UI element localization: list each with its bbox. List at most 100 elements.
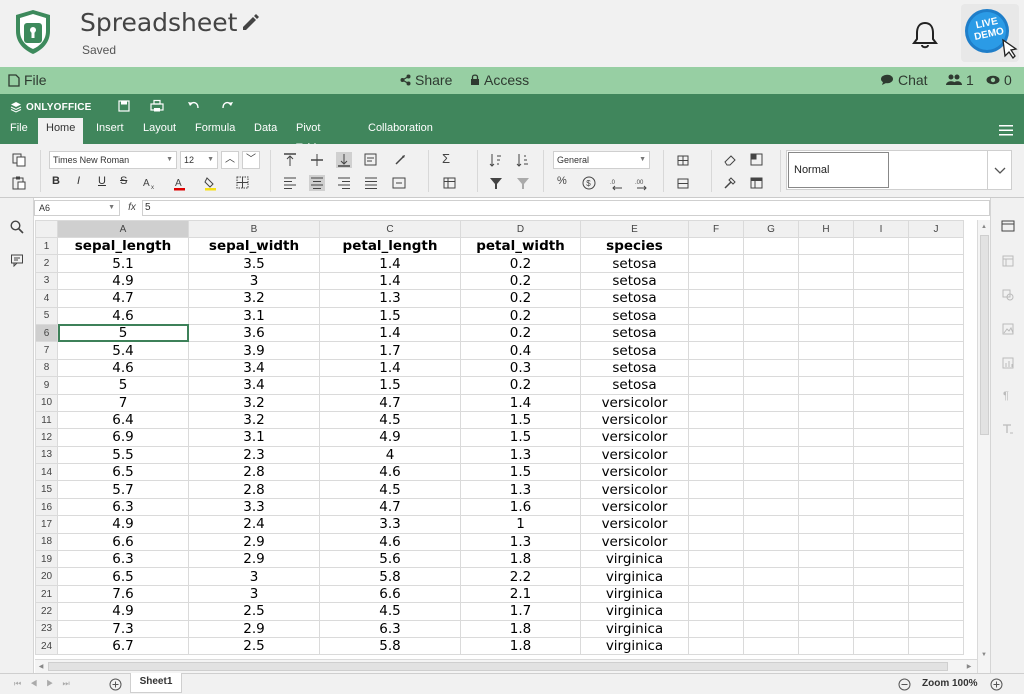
tab-file[interactable]: File	[2, 118, 36, 144]
cell-b13[interactable]: 2.3	[188, 445, 320, 465]
cell-a13[interactable]: 5.5	[57, 445, 189, 465]
shield-lock-icon[interactable]	[14, 9, 52, 55]
percent-button[interactable]: %	[557, 175, 567, 187]
orientation-icon[interactable]	[393, 152, 409, 168]
cell-h4[interactable]	[798, 289, 854, 308]
column-header-b[interactable]: B	[188, 220, 320, 238]
cell-a5[interactable]: 4.6	[57, 306, 189, 325]
cell-e4[interactable]: setosa	[580, 289, 689, 308]
cell-g10[interactable]	[743, 393, 799, 412]
cell-g15[interactable]	[743, 480, 799, 499]
cell-name-box[interactable]: A6 ▼	[34, 200, 120, 216]
cell-g13[interactable]	[743, 445, 799, 465]
cell-i20[interactable]	[853, 567, 909, 586]
row-header[interactable]: 19	[35, 550, 58, 569]
cell-c1[interactable]: petal_length	[319, 236, 461, 256]
cell-c6[interactable]: 1.4	[319, 323, 461, 343]
row-header[interactable]: 10	[35, 393, 58, 412]
increase-font-button[interactable]: ︿	[221, 151, 239, 169]
cell-i9[interactable]	[853, 376, 909, 395]
cell-f6[interactable]	[688, 323, 744, 343]
cell-a1[interactable]: sepal_length	[57, 236, 189, 256]
cell-j13[interactable]	[908, 445, 964, 465]
cell-a22[interactable]: 4.9	[57, 602, 189, 621]
cell-i6[interactable]	[853, 323, 909, 343]
zoom-in-icon[interactable]	[990, 678, 1003, 691]
first-sheet-icon[interactable]: ⏮	[14, 679, 30, 688]
cell-d7[interactable]: 0.4	[460, 341, 581, 360]
row-header[interactable]: 3	[35, 271, 58, 291]
decrease-font-button[interactable]: ﹀	[242, 151, 260, 169]
cell-f18[interactable]	[688, 532, 744, 552]
font-color-icon[interactable]: A	[172, 175, 188, 191]
bell-icon[interactable]	[911, 20, 939, 50]
bold-button[interactable]: B	[52, 175, 60, 187]
tab-data[interactable]: Data	[246, 118, 285, 144]
cell-j12[interactable]	[908, 428, 964, 447]
cell-d12[interactable]: 1.5	[460, 428, 581, 447]
column-header-h[interactable]: H	[798, 220, 854, 238]
cell-h6[interactable]	[798, 323, 854, 343]
cell-b3[interactable]: 3	[188, 271, 320, 291]
paragraph-settings-icon[interactable]: ¶	[1003, 390, 1009, 402]
comment-icon[interactable]	[10, 253, 24, 267]
cell-c4[interactable]: 1.3	[319, 289, 461, 308]
cell-e7[interactable]: setosa	[580, 341, 689, 360]
cell-b15[interactable]: 2.8	[188, 480, 320, 499]
cell-i8[interactable]	[853, 358, 909, 378]
column-header-g[interactable]: G	[743, 220, 799, 238]
cell-e12[interactable]: versicolor	[580, 428, 689, 447]
cell-g20[interactable]	[743, 567, 799, 586]
cell-f8[interactable]	[688, 358, 744, 378]
cell-a3[interactable]: 4.9	[57, 271, 189, 291]
align-middle-icon[interactable]	[309, 152, 325, 168]
decrease-decimal-icon[interactable]: .0	[609, 175, 625, 191]
cell-h23[interactable]	[798, 619, 854, 638]
cell-j19[interactable]	[908, 550, 964, 569]
cell-c24[interactable]: 5.8	[319, 636, 461, 656]
formula-input[interactable]: 5	[142, 200, 990, 216]
cell-j4[interactable]	[908, 289, 964, 308]
document-title[interactable]: Spreadsheet	[80, 8, 237, 37]
cell-e22[interactable]: virginica	[580, 602, 689, 621]
cell-i17[interactable]	[853, 515, 909, 534]
cell-a10[interactable]: 7	[57, 393, 189, 412]
cell-i22[interactable]	[853, 602, 909, 621]
cell-b18[interactable]: 2.9	[188, 532, 320, 552]
cell-c5[interactable]: 1.5	[319, 306, 461, 325]
row-header[interactable]: 12	[35, 428, 58, 447]
align-left-icon[interactable]	[282, 175, 298, 191]
cell-c10[interactable]: 4.7	[319, 393, 461, 412]
clear-filter-icon[interactable]	[515, 175, 531, 191]
column-header-c[interactable]: C	[319, 220, 461, 238]
cell-g7[interactable]	[743, 341, 799, 360]
cell-i24[interactable]	[853, 636, 909, 656]
row-header[interactable]: 6	[35, 323, 58, 343]
cell-e2[interactable]: setosa	[580, 254, 689, 273]
cell-f14[interactable]	[688, 463, 744, 482]
cell-f3[interactable]	[688, 271, 744, 291]
cell-e13[interactable]: versicolor	[580, 445, 689, 465]
cell-d1[interactable]: petal_width	[460, 236, 581, 256]
cell-c21[interactable]: 6.6	[319, 584, 461, 604]
zoom-out-icon[interactable]	[898, 678, 911, 691]
users-indicator[interactable]: 1	[946, 72, 974, 88]
font-size-select[interactable]: 12 ▼	[180, 151, 218, 169]
align-top-icon[interactable]	[282, 152, 298, 168]
cell-c11[interactable]: 4.5	[319, 410, 461, 430]
cell-d4[interactable]: 0.2	[460, 289, 581, 308]
cell-j20[interactable]	[908, 567, 964, 586]
underline-button[interactable]: U	[98, 175, 106, 187]
merge-cells-icon[interactable]	[391, 175, 407, 191]
sheet-tab-sheet1[interactable]: Sheet1	[130, 673, 182, 693]
clear-icon[interactable]	[722, 152, 738, 168]
cell-g19[interactable]	[743, 550, 799, 569]
cell-j14[interactable]	[908, 463, 964, 482]
cell-g5[interactable]	[743, 306, 799, 325]
cell-styles-gallery[interactable]: Normal	[786, 150, 1012, 190]
cell-a12[interactable]: 6.9	[57, 428, 189, 447]
cell-j6[interactable]	[908, 323, 964, 343]
next-sheet-icon[interactable]: ▶	[46, 679, 62, 688]
redo-icon[interactable]	[221, 99, 235, 113]
cell-d22[interactable]: 1.7	[460, 602, 581, 621]
